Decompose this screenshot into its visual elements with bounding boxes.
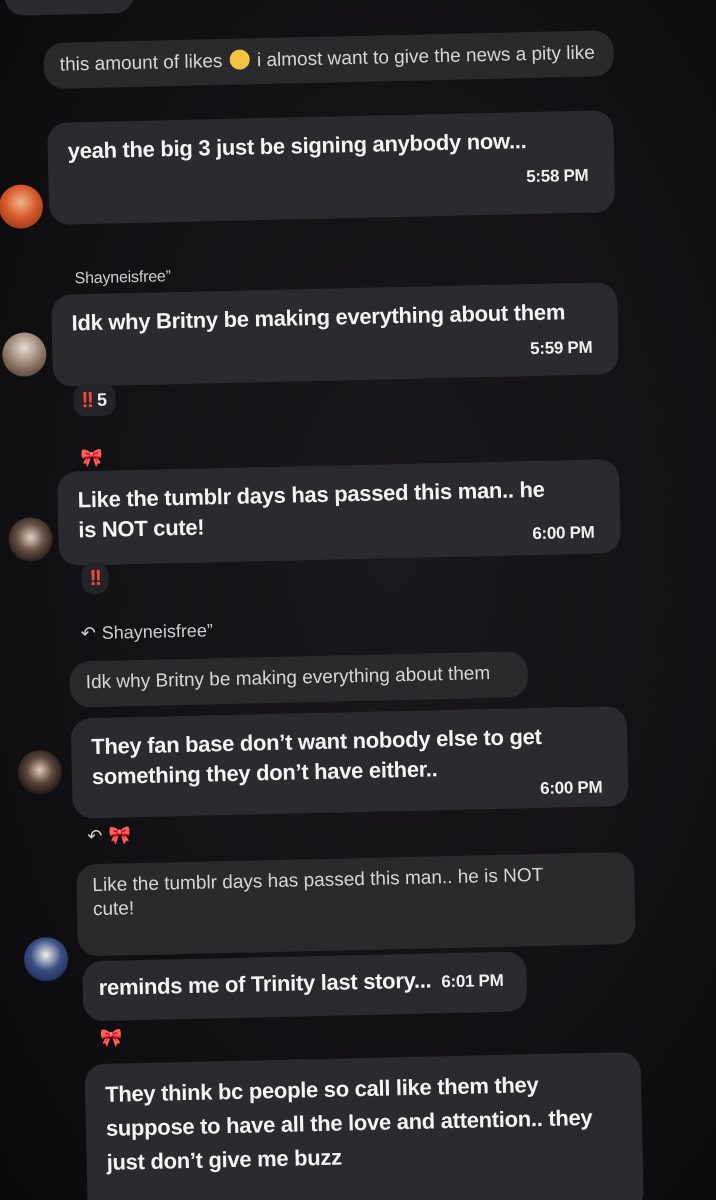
reply-arrow-icon: ↶ (80, 623, 97, 644)
quoted-text: Idk why Britny be making everything abou… (85, 663, 491, 694)
reaction-badge[interactable]: !! (81, 561, 109, 595)
message-text: reminds me of Trinity last story... (98, 967, 432, 1001)
message-text: i almost want to give the news a pity li… (256, 42, 596, 72)
avatar[interactable] (17, 749, 63, 795)
quoted-message[interactable]: Like the tumblr days has passed this man… (75, 851, 636, 957)
double-exclamation-icon: !! (81, 387, 93, 413)
avatar[interactable] (8, 516, 54, 562)
avatar[interactable] (0, 184, 44, 230)
reaction-count: 5 (96, 389, 108, 410)
message-text: They fan base don’t want nobody else to … (90, 723, 542, 790)
message-list[interactable]: this amount of likes i almost want to gi… (0, 0, 716, 1200)
timestamp: 5:59 PM (529, 337, 593, 359)
pink-bow-icon: 🎀 (108, 825, 132, 846)
reply-header: ↶ Shayneisfree” (80, 620, 213, 644)
message-text: Idk why Britny be making everything abou… (71, 299, 566, 336)
avatar[interactable] (23, 936, 69, 982)
avatar[interactable] (1, 332, 47, 378)
chat-screen: this amount of likes i almost want to gi… (0, 0, 716, 1200)
reply-to-name: Shayneisfree” (101, 620, 214, 643)
reply-header: ↶ 🎀 (87, 825, 131, 847)
timestamp: 6:00 PM (532, 522, 595, 544)
timestamp: 6:00 PM (539, 777, 603, 798)
message-bubble[interactable]: They fan base don’t want nobody else to … (70, 705, 629, 819)
message-text: yeah the big 3 just be signing anybody n… (67, 128, 527, 164)
reaction-badge[interactable]: !! 5 (73, 383, 116, 417)
sender-name: Shayneisfree” (74, 268, 171, 288)
quoted-message[interactable]: Idk why Britny be making everything abou… (69, 651, 529, 708)
message-bubble[interactable]: Idk why Britny be making everything abou… (50, 282, 619, 387)
message-bubble[interactable]: reminds me of Trinity last story... 6:01 … (82, 951, 528, 1022)
double-exclamation-icon: !! (89, 564, 101, 591)
message-bubble[interactable]: yeah the big 3 just be signing anybody n… (47, 110, 616, 225)
timestamp: 6:01 PM (441, 970, 504, 992)
partial-bubble-top[interactable] (3, 0, 135, 16)
message-bubble[interactable]: They think bc people so call like them t… (84, 1051, 644, 1200)
pink-bow-icon: 🎀 (80, 447, 104, 469)
reply-arrow-icon: ↶ (87, 825, 103, 847)
grimacing-face-icon (229, 49, 250, 70)
pink-bow-icon: 🎀 (99, 1027, 123, 1049)
message-bubble[interactable]: Like the tumblr days has passed this man… (57, 459, 622, 566)
timestamp: 5:58 PM (526, 165, 589, 187)
quoted-text: Like the tumblr days has passed this man… (92, 864, 544, 921)
message-text: this amount of likes (59, 50, 223, 76)
message-text: They think bc people so call like them t… (104, 1072, 593, 1175)
message-bubble[interactable]: this amount of likes i almost want to gi… (43, 30, 615, 90)
message-text: Like the tumblr days has passed this man… (77, 476, 545, 543)
